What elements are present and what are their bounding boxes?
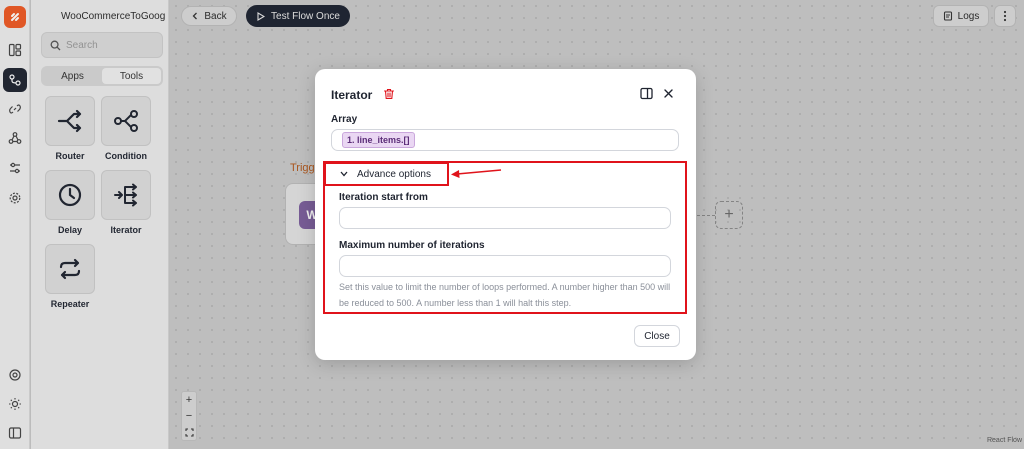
iteration-start-input[interactable] [339, 207, 671, 229]
modal-title: Iterator [331, 88, 373, 102]
advance-options-toggle[interactable]: Advance options [324, 162, 449, 186]
trash-icon[interactable] [383, 88, 395, 100]
close-button[interactable]: Close [634, 325, 680, 347]
advance-options-label: Advance options [357, 168, 431, 180]
iteration-start-label: Iteration start from [339, 192, 428, 203]
max-iterations-help-text: Set this value to limit the number of lo… [339, 282, 671, 308]
array-label: Array [331, 114, 358, 125]
chevron-down-icon [340, 171, 348, 177]
max-iterations-label: Maximum number of iterations [339, 240, 485, 251]
iterator-modal: Iterator Array 1. line_items.[] Advance … [315, 69, 696, 360]
array-input[interactable]: 1. line_items.[] [331, 129, 679, 151]
side-panel-icon[interactable] [640, 87, 653, 100]
max-iterations-input[interactable] [339, 255, 671, 277]
close-icon[interactable] [662, 87, 675, 100]
annotation-arrow-icon [451, 169, 502, 178]
array-value-chip[interactable]: 1. line_items.[] [342, 132, 415, 148]
